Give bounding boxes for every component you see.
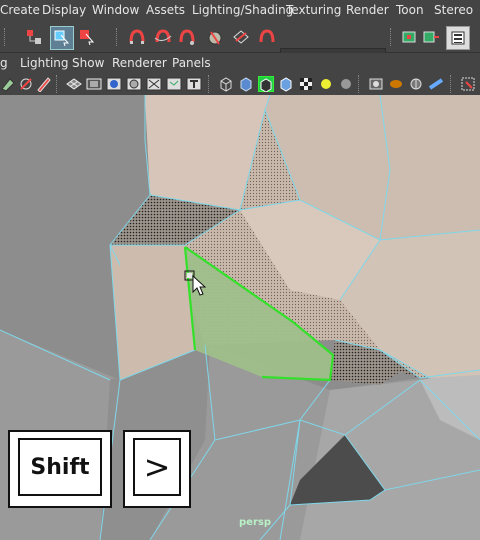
safe-action-icon[interactable]: [166, 76, 182, 92]
multisample-aa-icon[interactable]: [408, 76, 424, 92]
menu-render[interactable]: Render: [346, 3, 389, 17]
toolbar-separator: [116, 28, 119, 46]
toolbar-separator: [390, 28, 393, 46]
snap-to-view-plane-icon[interactable]: [204, 26, 226, 48]
snap-to-surface-icon[interactable]: [230, 26, 252, 48]
depth-of-field-icon[interactable]: [428, 76, 444, 92]
greater-than-key-icon: >: [123, 430, 191, 508]
menu-display[interactable]: Display: [42, 3, 86, 17]
panel-menu-panels[interactable]: Panels: [172, 56, 211, 70]
panel-menu-renderer[interactable]: Renderer: [112, 56, 167, 70]
toolbar-separator: [4, 28, 7, 46]
greater-than-key-label: >: [133, 438, 181, 496]
grid-icon[interactable]: [66, 76, 82, 92]
menu-window[interactable]: Window: [92, 3, 139, 17]
textured-icon[interactable]: [298, 76, 314, 92]
safe-title-icon[interactable]: [186, 76, 202, 92]
camera-attributes-icon[interactable]: [0, 76, 16, 92]
menu-texturing[interactable]: Texturing: [286, 3, 341, 17]
magnet-icon[interactable]: [256, 26, 278, 48]
film-gate-icon[interactable]: [86, 76, 102, 92]
gate-mask-icon[interactable]: [126, 76, 142, 92]
motion-blur-icon[interactable]: [388, 76, 404, 92]
select-by-hierarchy-icon[interactable]: [24, 26, 46, 48]
show-hide-attribute-editor-icon[interactable]: [446, 26, 470, 50]
shadows-icon[interactable]: [338, 76, 354, 92]
menu-assets[interactable]: Assets: [146, 3, 185, 17]
wireframe-on-shaded-icon[interactable]: [258, 76, 274, 93]
panel-menu-lighting[interactable]: Lighting: [20, 56, 69, 70]
maya-window: Create Display Window Assets Lighting/Sh…: [0, 0, 480, 540]
panel-menubar: g Lighting Show Renderer Panels: [0, 53, 480, 73]
wireframe-icon[interactable]: [218, 76, 234, 92]
panel-toolbar: [0, 73, 480, 96]
menu-lighting-shading[interactable]: Lighting/Shading: [192, 3, 293, 17]
render-icon[interactable]: [398, 26, 420, 48]
bookmark-icon[interactable]: [36, 76, 52, 93]
menu-toon[interactable]: Toon: [396, 3, 424, 17]
default-material-icon[interactable]: [278, 76, 294, 92]
toolbar-separator: [56, 75, 59, 93]
resolution-gate-icon[interactable]: [106, 76, 122, 92]
shift-key-label: Shift: [18, 438, 102, 496]
menu-stereo[interactable]: Stereo: [434, 3, 473, 17]
snap-to-curve-icon[interactable]: [152, 26, 174, 48]
use-all-lights-icon[interactable]: [318, 76, 334, 92]
shift-key-icon: Shift: [8, 430, 112, 508]
screen-space-ao-icon[interactable]: [368, 76, 384, 92]
field-chart-icon[interactable]: [146, 76, 162, 92]
panel-menu-shading[interactable]: g: [0, 56, 8, 70]
menu-create[interactable]: Create: [0, 3, 40, 17]
select-by-component-icon[interactable]: [76, 26, 98, 48]
main-menubar: Create Display Window Assets Lighting/Sh…: [0, 0, 480, 23]
isolate-select-icon[interactable]: [460, 76, 476, 92]
toolbar-separator: [358, 75, 361, 93]
snap-to-point-icon[interactable]: [176, 26, 198, 48]
camera-label: persp: [239, 517, 271, 528]
image-plane-icon[interactable]: [18, 76, 34, 92]
snap-to-grid-icon[interactable]: [126, 26, 148, 48]
toolbar-separator: [450, 75, 453, 93]
ipr-render-icon[interactable]: [420, 26, 442, 48]
smooth-shade-icon[interactable]: [238, 76, 254, 92]
status-line-toolbar: No Live Surface: [0, 22, 480, 68]
panel-menu-show[interactable]: Show: [72, 56, 104, 70]
select-by-object-icon[interactable]: [50, 26, 74, 50]
toolbar-separator: [208, 75, 211, 93]
